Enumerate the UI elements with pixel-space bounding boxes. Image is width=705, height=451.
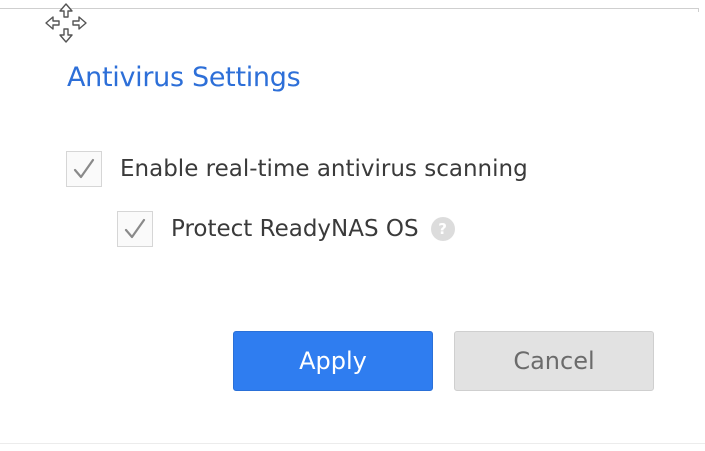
realtime-scanning-checkbox[interactable] <box>66 151 102 187</box>
help-icon[interactable]: ? <box>430 217 455 241</box>
realtime-scanning-option[interactable]: Enable real-time antivirus scanning <box>66 151 528 187</box>
antivirus-settings-dialog: Antivirus Settings Enable real-time anti… <box>0 0 705 451</box>
checkmark-icon <box>124 218 146 239</box>
right-edge-divider <box>698 8 699 12</box>
protect-os-checkbox[interactable] <box>117 211 153 247</box>
top-divider <box>0 8 698 9</box>
protect-os-label[interactable]: Protect ReadyNAS OS <box>171 216 419 242</box>
checkmark-icon <box>73 158 95 179</box>
protect-os-option[interactable]: Protect ReadyNAS OS ? <box>117 211 455 247</box>
dialog-title: Antivirus Settings <box>67 62 301 93</box>
realtime-scanning-label[interactable]: Enable real-time antivirus scanning <box>120 156 528 182</box>
move-arrows-icon[interactable] <box>44 2 92 44</box>
apply-button[interactable]: Apply <box>233 331 433 391</box>
cancel-button[interactable]: Cancel <box>454 331 654 391</box>
bottom-divider <box>0 443 705 444</box>
